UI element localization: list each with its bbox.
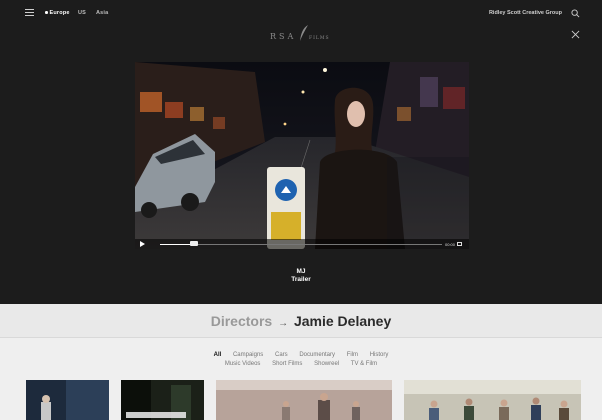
filter-film[interactable]: Film (347, 352, 358, 358)
project-thumbnail[interactable] (26, 380, 109, 420)
filter-history[interactable]: History (370, 352, 389, 358)
region-us[interactable]: US (78, 10, 86, 16)
rsa-films-logo[interactable]: RSA FILMS (268, 24, 334, 46)
search-icon[interactable] (571, 9, 580, 18)
progress-fill (160, 243, 194, 245)
menu-icon[interactable] (25, 9, 34, 17)
logo-mark: RSA (270, 32, 297, 41)
video-controls: 00:00 (135, 239, 469, 249)
filter-row-1: All Campaigns Cars Documentary Film Hist… (0, 351, 602, 360)
video-player[interactable]: 00:00 (135, 62, 469, 249)
time-elapsed: 00:00 (445, 241, 456, 247)
project-thumbnail[interactable] (121, 380, 204, 420)
progress-track[interactable] (160, 243, 442, 245)
play-icon[interactable] (140, 241, 145, 247)
director-header: Directors → Jamie Delaney (0, 304, 602, 338)
breadcrumb: Directors → Jamie Delaney (0, 313, 602, 329)
project-thumbnail[interactable] (404, 380, 581, 420)
video-frame (135, 62, 469, 249)
fullscreen-icon[interactable] (457, 242, 462, 246)
filter-campaigns[interactable]: Campaigns (233, 352, 263, 358)
director-section: Directors → Jamie Delaney All Campaigns … (0, 304, 602, 420)
filter-showreel[interactable]: Showreel (314, 361, 339, 367)
region-asia[interactable]: Asia (96, 10, 108, 16)
region-europe[interactable]: Europe (45, 10, 70, 16)
close-icon[interactable] (571, 30, 580, 39)
ridley-scott-group-link[interactable]: Ridley Scott Creative Group (489, 10, 562, 16)
category-filters: All Campaigns Cars Documentary Film Hist… (0, 351, 602, 369)
project-thumbnail[interactable] (216, 380, 392, 420)
film-title: MJ (296, 268, 306, 275)
filter-music-videos[interactable]: Music Videos (225, 361, 261, 367)
filter-tv-film[interactable]: TV & Film (351, 361, 377, 367)
video-caption: MJ Trailer (0, 268, 602, 284)
filter-row-2: Music Videos Short Films Showreel TV & F… (0, 360, 602, 369)
director-name: Jamie Delaney (293, 313, 392, 329)
filter-documentary[interactable]: Documentary (299, 352, 335, 358)
logo-sub: FILMS (309, 36, 330, 41)
filter-cars[interactable]: Cars (275, 352, 288, 358)
filter-all[interactable]: All (214, 352, 222, 358)
film-subtitle: Trailer (291, 276, 311, 283)
breadcrumb-arrow-icon: → (278, 318, 289, 329)
progress-handle[interactable] (189, 241, 198, 246)
breadcrumb-directors[interactable]: Directors (211, 313, 272, 329)
filter-short-films[interactable]: Short Films (272, 361, 302, 367)
